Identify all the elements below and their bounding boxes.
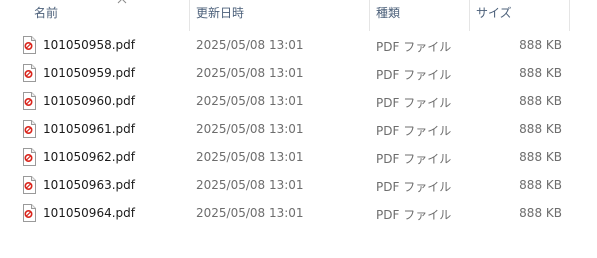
- file-date: 2025/05/08 13:01: [196, 94, 304, 108]
- file-type: PDF ファイル: [376, 180, 452, 194]
- file-name: 101050959.pdf: [43, 66, 135, 80]
- file-name: 101050961.pdf: [43, 122, 135, 136]
- column-header-bar: 名前 更新日時 種類 サイズ: [0, 0, 597, 31]
- file-row[interactable]: 101050960.pdf 2025/05/08 13:01 PDF ファイル …: [0, 87, 597, 115]
- file-name: 101050963.pdf: [43, 178, 135, 192]
- file-type: PDF ファイル: [376, 152, 452, 166]
- file-size: 888 KB: [519, 178, 562, 192]
- file-date: 2025/05/08 13:01: [196, 122, 304, 136]
- file-list-view: 名前 更新日時 種類 サイズ 101050958.pdf 2025/05/08 …: [0, 0, 597, 258]
- column-header-date[interactable]: 更新日時: [190, 0, 370, 31]
- column-header-size-label: サイズ: [476, 6, 512, 20]
- file-type: PDF ファイル: [376, 208, 452, 222]
- file-date: 2025/05/08 13:01: [196, 66, 304, 80]
- file-type: PDF ファイル: [376, 40, 452, 54]
- file-date: 2025/05/08 13:01: [196, 206, 304, 220]
- file-row[interactable]: 101050958.pdf 2025/05/08 13:01 PDF ファイル …: [0, 31, 597, 59]
- file-row[interactable]: 101050959.pdf 2025/05/08 13:01 PDF ファイル …: [0, 59, 597, 87]
- column-header-name[interactable]: 名前: [16, 0, 190, 31]
- column-header-size[interactable]: サイズ: [470, 0, 570, 31]
- file-size: 888 KB: [519, 122, 562, 136]
- pdf-file-icon: [23, 204, 36, 222]
- file-size: 888 KB: [519, 206, 562, 220]
- pdf-file-icon: [23, 148, 36, 166]
- file-row[interactable]: 101050964.pdf 2025/05/08 13:01 PDF ファイル …: [0, 199, 597, 227]
- file-size: 888 KB: [519, 66, 562, 80]
- file-type: PDF ファイル: [376, 68, 452, 82]
- file-name: 101050960.pdf: [43, 94, 135, 108]
- sort-up-arrow-icon: [117, 0, 127, 4]
- file-row[interactable]: 101050961.pdf 2025/05/08 13:01 PDF ファイル …: [0, 115, 597, 143]
- file-size: 888 KB: [519, 38, 562, 52]
- file-name: 101050958.pdf: [43, 38, 135, 52]
- column-header-name-label: 名前: [34, 6, 59, 20]
- file-name: 101050964.pdf: [43, 206, 135, 220]
- file-date: 2025/05/08 13:01: [196, 150, 304, 164]
- pdf-file-icon: [23, 176, 36, 194]
- pdf-file-icon: [23, 92, 36, 110]
- file-type: PDF ファイル: [376, 124, 452, 138]
- pdf-file-icon: [23, 64, 36, 82]
- file-size: 888 KB: [519, 150, 562, 164]
- file-row[interactable]: 101050963.pdf 2025/05/08 13:01 PDF ファイル …: [0, 171, 597, 199]
- column-header-type-label: 種類: [376, 6, 401, 20]
- column-header-date-label: 更新日時: [196, 6, 245, 20]
- pdf-file-icon: [23, 36, 36, 54]
- file-name: 101050962.pdf: [43, 150, 135, 164]
- column-header-type[interactable]: 種類: [370, 0, 470, 31]
- pdf-file-icon: [23, 120, 36, 138]
- file-size: 888 KB: [519, 94, 562, 108]
- file-row[interactable]: 101050962.pdf 2025/05/08 13:01 PDF ファイル …: [0, 143, 597, 171]
- file-rows: 101050958.pdf 2025/05/08 13:01 PDF ファイル …: [0, 31, 597, 227]
- file-type: PDF ファイル: [376, 96, 452, 110]
- file-date: 2025/05/08 13:01: [196, 178, 304, 192]
- file-date: 2025/05/08 13:01: [196, 38, 304, 52]
